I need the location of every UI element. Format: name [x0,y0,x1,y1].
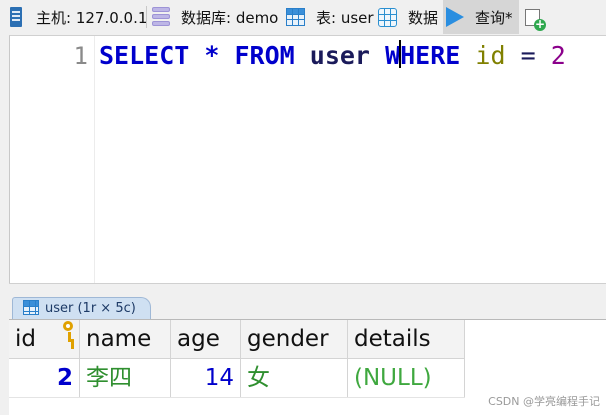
cell-gender[interactable]: 女 [241,359,348,397]
sql-number-literal: 2 [550,41,566,70]
tab-data[interactable]: 数据 [378,0,438,34]
tab-database[interactable]: 数据库: demo [152,0,278,34]
grid-header-row: id name age gender details [9,320,465,359]
sql-column-name: id [475,41,506,70]
cell-id[interactable]: 2 [9,359,80,397]
tab-database-label: 数据库: demo [181,8,279,27]
cell-details[interactable]: (NULL) [348,359,465,397]
table-row[interactable]: 2 李四 14 女 (NULL) [9,359,465,398]
column-header-label: details [354,326,431,352]
database-icon [152,7,170,27]
column-header-age[interactable]: age [171,320,241,358]
watermark: CSDN @学亮编程手记 [488,395,600,408]
data-grid-icon [378,7,397,27]
primary-key-icon [63,321,73,342]
tab-separator [146,6,147,28]
column-header-label: name [86,326,152,352]
sql-star: * [204,41,220,70]
sql-keyword-where-start: W [385,41,401,70]
column-header-label: id [15,326,36,352]
tab-data-label: 数据 [408,8,439,27]
column-header-label: gender [247,326,329,352]
tab-host[interactable]: 主机: 127.0.0.1 [10,0,147,34]
sql-keyword-select: SELECT [99,41,190,70]
column-header-id[interactable]: id [9,320,80,358]
sql-code-line[interactable]: SELECT * FROM user WHERE id = 2 [99,40,566,72]
result-tab-label: user (1r × 5c) [45,301,136,316]
server-icon [10,7,22,27]
new-query-icon [525,8,546,31]
sql-table-name: user [309,41,370,70]
line-number-gutter: 1 [10,36,95,283]
sql-equals: = [520,41,536,70]
sql-keyword-from: FROM [234,41,295,70]
result-table-icon [23,300,39,315]
cell-name[interactable]: 李四 [80,359,171,397]
tab-host-label: 主机: 127.0.0.1 [36,8,148,27]
new-query-button[interactable] [525,0,546,34]
cell-age[interactable]: 14 [171,359,241,397]
sql-editor[interactable]: 1 SELECT * FROM user WHERE id = 2 [9,35,606,283]
sql-keyword-where-end: HERE [400,41,461,70]
toolbar-tabs: 主机: 127.0.0.1 数据库: demo 表: user 数据 查询* [0,0,606,34]
column-header-name[interactable]: name [80,320,171,358]
tab-table-label: 表: user [316,8,374,27]
column-header-gender[interactable]: gender [241,320,348,358]
table-icon [286,8,305,26]
line-number: 1 [73,42,88,70]
play-icon [446,7,464,27]
tab-query[interactable]: 查询* [443,0,519,34]
result-tab-user[interactable]: user (1r × 5c) [12,297,151,320]
tab-query-label: 查询* [475,8,513,27]
tab-table[interactable]: 表: user [286,0,374,34]
column-header-label: age [177,326,220,352]
column-header-details[interactable]: details [348,320,465,358]
